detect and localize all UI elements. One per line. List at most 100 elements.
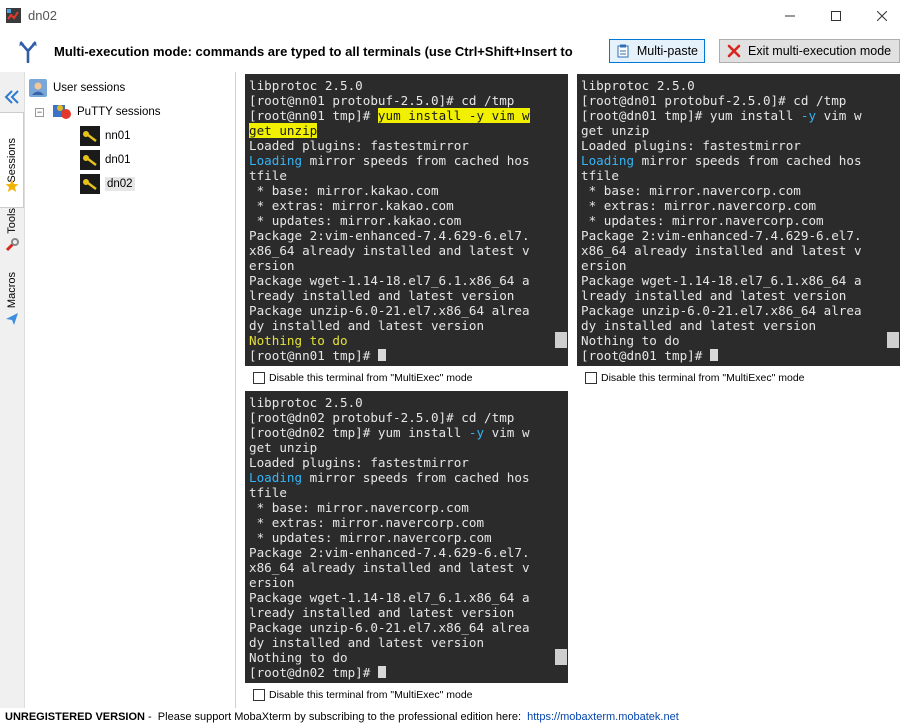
status-bar: UNREGISTERED VERSION - Please support Mo… <box>0 708 905 725</box>
tree-item-label: dn01 <box>105 154 131 166</box>
terminal-line: Package unzip-6.0-21.el7.x86_64 alrea <box>581 303 862 318</box>
terminal-line: * extras: mirror.navercorp.com <box>581 198 817 213</box>
disable-multiexec-checkbox[interactable] <box>585 372 597 384</box>
tree-item-user-sessions[interactable]: User sessions <box>28 77 125 99</box>
clipboard-icon <box>616 43 631 59</box>
exit-multiexec-label: Exit multi-execution mode <box>748 44 892 58</box>
terminal-scrollbar[interactable] <box>554 74 568 366</box>
terminal-line: x86_64 already installed and latest v <box>249 243 530 258</box>
window-title: dn02 <box>28 8 57 23</box>
tree-item-putty-sessions[interactable]: PuTTY sessions <box>52 101 161 123</box>
terminal-scrollbar[interactable] <box>886 74 900 366</box>
terminal-output: libprotoc 2.5.0 [root@dn01 protobuf-2.5.0… <box>581 78 862 363</box>
key-icon <box>80 126 100 146</box>
multiexec-fork-icon <box>19 41 37 63</box>
disable-multiexec-checkbox[interactable] <box>253 689 265 701</box>
terminal-line: tfile <box>249 485 287 500</box>
terminal-nn01[interactable]: libprotoc 2.5.0 [root@nn01 protobuf-2.5.0… <box>245 74 568 366</box>
scrollbar-thumb[interactable] <box>555 332 567 348</box>
terminal-line: ersion <box>249 575 295 590</box>
terminal-line: libprotoc 2.5.0 <box>249 395 363 410</box>
terminal-line: [root@dn01 protobuf-2.5.0]# cd /tmp <box>581 93 847 108</box>
disable-multiexec-dn01[interactable]: Disable this terminal from "MultiExec" m… <box>585 372 805 384</box>
minimize-button[interactable] <box>767 0 813 31</box>
tools-icon <box>5 237 19 251</box>
tree-item-session-dn01[interactable]: dn01 <box>80 149 131 171</box>
terminal-line: dy installed and latest version <box>581 318 817 333</box>
terminal-line: [root@dn01 tmp]# <box>581 348 862 363</box>
maximize-icon <box>831 10 841 21</box>
terminal-line: [root@dn02 tmp]# <box>249 665 530 680</box>
minimize-icon <box>785 15 795 16</box>
sidebar-tabs: Sessions Tools Macros <box>0 72 25 708</box>
collapse-sidebar-button[interactable] <box>0 86 24 108</box>
multiexec-message: Multi-execution mode: commands are typed… <box>54 44 573 59</box>
favorites-star-button[interactable] <box>0 176 24 196</box>
terminal-line: [root@nn01 tmp]# <box>249 348 530 363</box>
terminal-line: Loading mirror speeds from cached hos <box>249 153 530 168</box>
key-icon <box>80 174 100 194</box>
key-icon <box>80 150 100 170</box>
terminal-line: lready installed and latest version <box>249 288 515 303</box>
terminal-line: dy installed and latest version <box>249 318 485 333</box>
terminal-line: * updates: mirror.kakao.com <box>249 213 462 228</box>
mobaxterm-link[interactable]: https://mobaxterm.mobatek.net <box>527 711 679 723</box>
exit-multiexec-button[interactable]: Exit multi-execution mode <box>719 39 900 63</box>
paper-plane-icon <box>6 313 18 326</box>
terminal-line: get unzip <box>249 440 318 455</box>
terminal-cursor <box>709 349 718 361</box>
disable-multiexec-nn01[interactable]: Disable this terminal from "MultiExec" m… <box>253 372 473 384</box>
terminal-line: ersion <box>249 258 295 273</box>
terminal-line: * extras: mirror.navercorp.com <box>249 515 485 530</box>
disable-multiexec-checkbox[interactable] <box>253 372 265 384</box>
close-icon <box>877 10 887 21</box>
disable-multiexec-label: Disable this terminal from "MultiExec" m… <box>269 689 473 701</box>
scrollbar-thumb[interactable] <box>555 649 567 665</box>
user-sessions-icon <box>29 79 47 97</box>
terminal-line: * base: mirror.kakao.com <box>249 183 439 198</box>
terminal-line: get unzip <box>249 123 318 138</box>
red-x-icon <box>726 43 742 59</box>
tree-collapse-toggle[interactable]: − <box>35 108 44 117</box>
terminal-line: x86_64 already installed and latest v <box>581 243 862 258</box>
terminal-line: Package unzip-6.0-21.el7.x86_64 alrea <box>249 620 530 635</box>
scrollbar-thumb[interactable] <box>887 332 899 348</box>
tab-tools[interactable]: Tools <box>0 200 24 260</box>
close-button[interactable] <box>859 0 905 31</box>
terminal-line: Loaded plugins: fastestmirror <box>581 138 801 153</box>
terminal-line: Package wget-1.14-18.el7_6.1.x86_64 a <box>249 273 530 288</box>
multi-paste-button[interactable]: Multi-paste <box>609 39 705 63</box>
terminal-line: tfile <box>249 168 287 183</box>
multiexec-toolbar: Multi-execution mode: commands are typed… <box>0 31 905 71</box>
disable-multiexec-label: Disable this terminal from "MultiExec" m… <box>269 372 473 384</box>
star-icon <box>5 179 19 192</box>
terminal-line: Loaded plugins: fastestmirror <box>249 138 469 153</box>
multi-paste-label: Multi-paste <box>636 44 698 58</box>
tab-macros[interactable]: Macros <box>0 264 24 334</box>
tree-item-session-nn01[interactable]: nn01 <box>80 125 131 147</box>
terminal-line: Loaded plugins: fastestmirror <box>249 455 469 470</box>
terminal-line: dy installed and latest version <box>249 635 485 650</box>
disable-multiexec-dn02[interactable]: Disable this terminal from "MultiExec" m… <box>253 689 473 701</box>
terminal-line: * updates: mirror.navercorp.com <box>581 213 824 228</box>
terminal-output: libprotoc 2.5.0 [root@nn01 protobuf-2.5.0… <box>249 78 530 363</box>
terminal-line: Package wget-1.14-18.el7_6.1.x86_64 a <box>581 273 862 288</box>
session-tree: User sessions − PuTTY sessions nn01 dn01… <box>25 72 236 708</box>
terminal-line: * base: mirror.navercorp.com <box>581 183 801 198</box>
disable-multiexec-label: Disable this terminal from "MultiExec" m… <box>601 372 805 384</box>
terminal-dn01[interactable]: libprotoc 2.5.0 [root@dn01 protobuf-2.5.0… <box>577 74 900 366</box>
tree-item-session-dn02[interactable]: dn02 <box>80 173 135 195</box>
terminal-line: * extras: mirror.kakao.com <box>249 198 454 213</box>
terminal-line: Nothing to do <box>249 650 348 665</box>
maximize-button[interactable] <box>813 0 859 31</box>
title-bar: dn02 <box>0 0 905 31</box>
terminal-line: Package wget-1.14-18.el7_6.1.x86_64 a <box>249 590 530 605</box>
terminal-cursor <box>377 666 386 678</box>
terminal-scrollbar[interactable] <box>554 391 568 683</box>
terminal-line: get unzip <box>581 123 650 138</box>
terminal-line: [root@nn01 tmp]# yum install -y vim w <box>249 108 530 123</box>
terminal-line: tfile <box>581 168 619 183</box>
tree-item-label: nn01 <box>105 130 131 142</box>
terminal-line: Nothing to do <box>249 333 348 348</box>
terminal-dn02[interactable]: libprotoc 2.5.0 [root@dn02 protobuf-2.5.0… <box>245 391 568 683</box>
